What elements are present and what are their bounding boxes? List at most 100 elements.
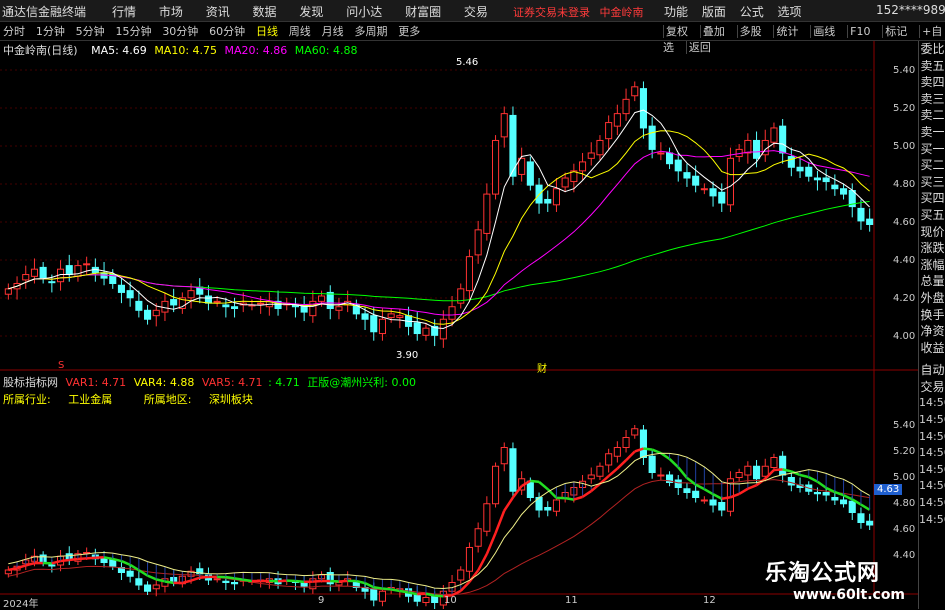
sub-candle-body [858, 514, 864, 523]
quote-label: 现价 [919, 224, 945, 241]
sub-candle-body [684, 489, 690, 493]
sector-info: 所属行业: 工业金属 所属地区: 深圳板块 [3, 391, 253, 407]
var1-line [652, 450, 661, 454]
candle-body [667, 153, 673, 164]
sub-candle-body [762, 466, 768, 476]
sub-candle-body [553, 500, 559, 511]
var1-line [400, 591, 409, 592]
var1-line [678, 467, 687, 478]
candle-body [371, 316, 377, 332]
tick-time: 14:56 [919, 395, 945, 412]
sub-candle-body [771, 458, 777, 468]
candle-body [719, 192, 725, 203]
candle-body [423, 328, 429, 335]
quote-label: 卖四 [919, 74, 945, 91]
sub-candle-body [145, 585, 151, 591]
sub-candle-body [867, 521, 873, 525]
candle-body [580, 162, 586, 171]
candle-body [710, 189, 716, 196]
sub-candle-body [493, 466, 499, 504]
var1-line [800, 475, 809, 477]
high-label: 5.46 [456, 57, 478, 68]
quote-label: 净资 [919, 323, 945, 340]
candle-body [449, 307, 455, 320]
region-value[interactable]: 深圳板块 [209, 393, 253, 406]
var1-line [696, 485, 705, 490]
var1-line [469, 570, 478, 581]
sub-candle-body [710, 500, 716, 505]
candle-body [205, 296, 211, 303]
sub-candle-body [510, 449, 516, 492]
candle-body [745, 140, 751, 153]
sub-y-tick: 5.40 [893, 420, 915, 431]
candle-body [806, 167, 812, 176]
quote-label: 收益 [919, 340, 945, 357]
candle-body [623, 99, 629, 113]
var1-line [583, 491, 592, 497]
candle-body [588, 153, 594, 158]
sub-y-tick: 5.20 [893, 446, 915, 457]
candle-body [66, 266, 72, 275]
x-tick: 9 [318, 595, 324, 606]
var1-line [295, 581, 304, 582]
candle-body [153, 310, 159, 315]
var1-line [574, 497, 583, 500]
candle-body [701, 189, 707, 190]
var1-line [61, 560, 70, 561]
var1-line [200, 577, 209, 578]
candle-body [162, 301, 168, 312]
var1-value: VAR1: 4.71 [66, 376, 127, 389]
candle-body [823, 178, 829, 182]
candle-body [336, 307, 342, 311]
candle-body [640, 89, 646, 128]
kline-chart[interactable] [0, 0, 918, 609]
sub-legend: 股标指标网 VAR1: 4.71 VAR4: 4.88 VAR5: 4.71 :… [3, 374, 416, 390]
candle-body [545, 199, 551, 203]
candle-body [675, 160, 681, 171]
candle-body [319, 296, 325, 301]
candle-body [841, 189, 847, 194]
var1-line [861, 505, 870, 510]
var1-line [87, 558, 96, 559]
var1-line [539, 482, 548, 489]
quote-label: 买五 [919, 207, 945, 224]
x-tick: 10 [444, 595, 457, 606]
sub-candle-body [588, 475, 594, 479]
sub-candle-body [423, 598, 429, 603]
var1-line [235, 578, 244, 579]
quote-label: 买一 [919, 141, 945, 158]
candle-body [727, 158, 733, 204]
sub-candle-body [214, 579, 220, 580]
y-tick: 5.40 [893, 65, 915, 76]
marker-s: S [58, 360, 64, 371]
var1-line [148, 576, 157, 580]
sub-candle-body [823, 493, 829, 496]
auto-trade-label[interactable]: 交易 [919, 379, 945, 396]
price-tag: 4.63 [874, 484, 902, 495]
var1-line [121, 561, 130, 565]
var1-line [365, 583, 374, 587]
candle-body [414, 323, 420, 334]
var1-line [626, 451, 635, 460]
var1-line [78, 558, 87, 559]
var1-line [313, 581, 322, 582]
candle-body [788, 157, 794, 168]
tick-time: 14:56 [919, 495, 945, 512]
var1-line [165, 581, 174, 582]
candle-body [258, 303, 264, 304]
ma5-value: MA5: 4.69 [91, 44, 147, 57]
auto-trade-label[interactable]: 自动 [919, 362, 945, 379]
sub-candle-body [832, 498, 838, 501]
y-tick: 5.20 [893, 103, 915, 114]
var1-line [609, 469, 618, 477]
marker-cai: 财 [537, 360, 547, 375]
sub-candle-body [545, 508, 551, 511]
candle-body [832, 185, 838, 189]
var1-line [565, 498, 574, 499]
var1-line [739, 489, 748, 494]
industry-value[interactable]: 工业金属 [68, 393, 112, 406]
candle-body [136, 301, 142, 310]
candle-body [223, 305, 229, 307]
tick-times: 14:56 14:56 14:56 14:56 14:56 14:56 14:5… [919, 395, 945, 412]
candle-body [771, 128, 777, 142]
